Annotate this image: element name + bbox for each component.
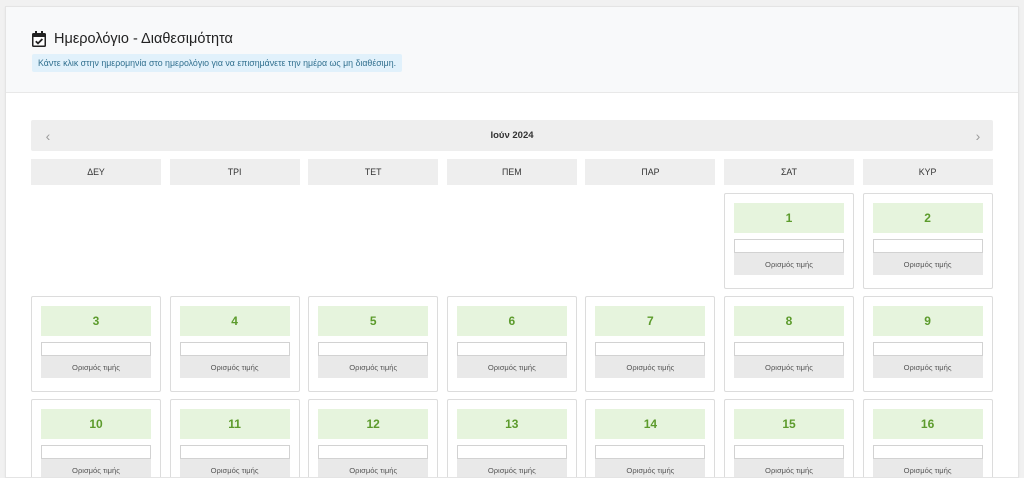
price-input[interactable] xyxy=(179,445,290,459)
day-number[interactable]: 1 xyxy=(734,203,844,233)
day-cell[interactable]: 14 Ορισμός τιμής xyxy=(585,399,716,477)
day-cell[interactable]: 10 Ορισμός τιμής xyxy=(31,399,161,477)
chevron-right-icon: › xyxy=(975,127,981,144)
page-title: Ημερολόγιο - Διαθεσιμότητα xyxy=(54,31,233,47)
weekday-header: ΔΕΥ xyxy=(31,159,161,185)
set-price-button[interactable]: Ορισμός τιμής xyxy=(179,459,290,477)
set-price-button[interactable]: Ορισμός τιμής xyxy=(734,459,844,477)
price-input[interactable] xyxy=(41,342,151,356)
day-cell[interactable]: 1 Ορισμός τιμής xyxy=(724,193,854,289)
day-cell[interactable]: 9 Ορισμός τιμής xyxy=(862,296,993,392)
day-number[interactable]: 7 xyxy=(595,306,706,336)
set-price-button[interactable]: Ορισμός τιμής xyxy=(595,356,706,378)
set-price-button[interactable]: Ορισμός τιμής xyxy=(41,459,151,477)
set-price-button[interactable]: Ορισμός τιμής xyxy=(318,459,429,477)
calendar-check-icon xyxy=(32,31,46,47)
day-number[interactable]: 9 xyxy=(872,306,983,336)
weekday-header: ΣΑΤ xyxy=(724,159,854,185)
day-number[interactable]: 13 xyxy=(456,409,567,439)
chevron-left-icon: ‹ xyxy=(45,127,51,144)
day-cell[interactable]: 3 Ορισμός τιμής xyxy=(31,296,161,392)
set-price-button[interactable]: Ορισμός τιμής xyxy=(734,356,844,378)
price-input[interactable] xyxy=(734,445,844,459)
day-cell[interactable]: 7 Ορισμός τιμής xyxy=(585,296,716,392)
price-input[interactable] xyxy=(595,445,706,459)
day-number[interactable]: 12 xyxy=(318,409,429,439)
day-number[interactable]: 10 xyxy=(41,409,151,439)
month-label: Ιούν 2024 xyxy=(490,130,534,141)
day-number[interactable]: 15 xyxy=(734,409,844,439)
price-input[interactable] xyxy=(456,445,567,459)
price-input[interactable] xyxy=(41,445,151,459)
weekday-header: ΤΕΤ xyxy=(308,159,439,185)
day-cell[interactable]: 11 Ορισμός τιμής xyxy=(169,399,300,477)
set-price-button[interactable]: Ορισμός τιμής xyxy=(41,356,151,378)
set-price-button[interactable]: Ορισμός τιμής xyxy=(734,253,844,275)
info-hint: Κάντε κλικ στην ημερομηνία στο ημερολόγι… xyxy=(32,54,403,72)
day-cell[interactable]: 5 Ορισμός τιμής xyxy=(308,296,439,392)
day-cell[interactable]: 2 Ορισμός τιμής xyxy=(862,193,993,289)
next-month-button[interactable]: › xyxy=(965,120,991,151)
price-input[interactable] xyxy=(595,342,706,356)
day-cell[interactable]: 15 Ορισμός τιμής xyxy=(724,399,854,477)
day-number[interactable]: 14 xyxy=(595,409,706,439)
card-header: Ημερολόγιο - Διαθεσιμότητα Κάντε κλικ στ… xyxy=(6,7,1018,93)
price-input[interactable] xyxy=(872,342,983,356)
price-input[interactable] xyxy=(872,239,983,253)
set-price-button[interactable]: Ορισμός τιμής xyxy=(872,253,983,275)
weekday-header: ΠΕΜ xyxy=(446,159,577,185)
price-input[interactable] xyxy=(456,342,567,356)
day-cell[interactable]: 6 Ορισμός τιμής xyxy=(446,296,577,392)
day-cell[interactable]: 8 Ορισμός τιμής xyxy=(724,296,854,392)
day-number[interactable]: 8 xyxy=(734,306,844,336)
day-number[interactable]: 11 xyxy=(179,409,290,439)
set-price-button[interactable]: Ορισμός τιμής xyxy=(179,356,290,378)
price-input[interactable] xyxy=(734,342,844,356)
month-navigation: Ιούν 2024 ‹ › xyxy=(31,120,993,151)
weekday-header: ΠΑΡ xyxy=(585,159,716,185)
day-number[interactable]: 6 xyxy=(456,306,567,336)
day-cell[interactable]: 12 Ορισμός τιμής xyxy=(308,399,439,477)
set-price-button[interactable]: Ορισμός τιμής xyxy=(872,459,983,477)
price-input[interactable] xyxy=(318,342,429,356)
day-cell[interactable]: 16 Ορισμός τιμής xyxy=(862,399,993,477)
weekday-header: ΚΥΡ xyxy=(862,159,993,185)
price-input[interactable] xyxy=(872,445,983,459)
day-cell[interactable]: 13 Ορισμός τιμής xyxy=(446,399,577,477)
day-number[interactable]: 4 xyxy=(179,306,290,336)
availability-card: Ημερολόγιο - Διαθεσιμότητα Κάντε κλικ στ… xyxy=(5,6,1019,478)
price-input[interactable] xyxy=(179,342,290,356)
weekday-header: ΤΡΙ xyxy=(169,159,300,185)
day-cell[interactable]: 4 Ορισμός τιμής xyxy=(169,296,300,392)
set-price-button[interactable]: Ορισμός τιμής xyxy=(595,459,706,477)
set-price-button[interactable]: Ορισμός τιμής xyxy=(318,356,429,378)
prev-month-button[interactable]: ‹ xyxy=(35,120,61,151)
price-input[interactable] xyxy=(318,445,429,459)
day-number[interactable]: 2 xyxy=(872,203,983,233)
title-row: Ημερολόγιο - Διαθεσιμότητα xyxy=(32,30,233,48)
set-price-button[interactable]: Ορισμός τιμής xyxy=(872,356,983,378)
day-number[interactable]: 5 xyxy=(318,306,429,336)
price-input[interactable] xyxy=(734,239,844,253)
day-number[interactable]: 3 xyxy=(41,306,151,336)
day-number[interactable]: 16 xyxy=(872,409,983,439)
set-price-button[interactable]: Ορισμός τιμής xyxy=(456,356,567,378)
set-price-button[interactable]: Ορισμός τιμής xyxy=(456,459,567,477)
